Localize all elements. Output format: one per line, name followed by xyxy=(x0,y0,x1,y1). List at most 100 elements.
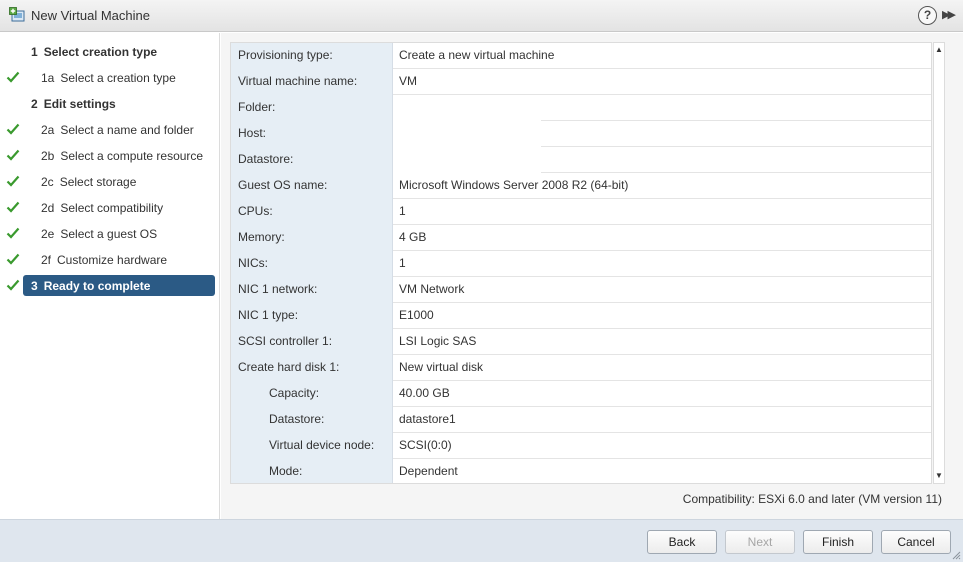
summary-label: Virtual machine name: xyxy=(231,69,393,95)
wizard-step-text: Select creation type xyxy=(43,45,158,59)
wizard-step-label: 1 Select creation type xyxy=(31,45,157,59)
summary-value: E1000 xyxy=(399,308,434,322)
summary-row: Datastore: datastore1 xyxy=(231,407,931,433)
compatibility-text: Compatibility: ESXi 6.0 and later (VM ve… xyxy=(682,492,942,506)
summary-label: Host: xyxy=(231,121,393,147)
wizard-step-text: Ready to complete xyxy=(43,279,151,293)
wizard-step-text: Select compatibility xyxy=(60,201,164,215)
wizard-step-number: 1a xyxy=(41,71,55,85)
summary-label: CPUs: xyxy=(231,199,393,225)
checkmark-icon xyxy=(6,201,20,213)
summary-value: VM xyxy=(399,74,417,88)
summary-row: Virtual machine name: VM xyxy=(231,69,931,95)
checkmark-icon xyxy=(6,175,20,187)
wizard-step-1[interactable]: 1 Select creation type xyxy=(0,41,220,63)
summary-value: New virtual disk xyxy=(399,360,484,374)
summary-label: Guest OS name: xyxy=(231,173,393,199)
summary-value: Dependent xyxy=(399,464,458,478)
summary-row: Create hard disk 1: New virtual disk xyxy=(231,355,931,381)
summary-row: Guest OS name: Microsoft Windows Server 2… xyxy=(231,173,931,199)
checkmark-icon xyxy=(6,227,20,239)
wizard-step-number: 1 xyxy=(31,45,38,59)
wizard-step-text: Select a guest OS xyxy=(60,227,158,241)
wizard-step-2f[interactable]: 2f Customize hardware xyxy=(0,249,220,271)
wizard-step-2b[interactable]: 2b Select a compute resource xyxy=(0,145,220,167)
wizard-step-label: 2b Select a compute resource xyxy=(41,149,203,163)
summary-row: NICs: 1 xyxy=(231,251,931,277)
summary-row: Datastore: xyxy=(231,147,931,173)
summary-value: LSI Logic SAS xyxy=(399,334,477,348)
wizard-step-number: 2f xyxy=(41,253,52,267)
summary-scrollbar[interactable]: ▲ ▼ xyxy=(933,42,945,484)
summary-value: 4 GB xyxy=(399,230,427,244)
checkmark-icon xyxy=(6,149,20,161)
summary-label: NIC 1 type: xyxy=(231,303,393,329)
summary-row: NIC 1 type: E1000 xyxy=(231,303,931,329)
wizard-step-1a[interactable]: 1a Select a creation type xyxy=(0,67,220,89)
wizard-step-number: 3 xyxy=(31,279,38,293)
summary-row: Folder: xyxy=(231,95,931,121)
summary-row: Mode: Dependent xyxy=(231,459,931,483)
summary-label: Virtual device node: xyxy=(231,433,393,459)
wizard-step-2a[interactable]: 2a Select a name and folder xyxy=(0,119,220,141)
wizard-step-2[interactable]: 2 Edit settings xyxy=(0,93,220,115)
resize-grip-icon[interactable] xyxy=(951,550,961,560)
summary-value: 1 xyxy=(399,256,406,270)
summary-label: NIC 1 network: xyxy=(231,277,393,303)
wizard-step-text: Customize hardware xyxy=(57,253,168,267)
summary-label: Datastore: xyxy=(231,147,393,173)
wizard-step-label: 2f Customize hardware xyxy=(41,253,167,267)
summary-row: NIC 1 network: VM Network xyxy=(231,277,931,303)
back-button[interactable]: Back xyxy=(647,530,717,554)
summary-value: Create a new virtual machine xyxy=(399,48,555,62)
summary-value: VM Network xyxy=(399,282,465,296)
wizard-step-label: 2d Select compatibility xyxy=(41,201,163,215)
summary-label: Memory: xyxy=(231,225,393,251)
summary-row: Host: xyxy=(231,121,931,147)
summary-label: Provisioning type: xyxy=(231,43,393,69)
wizard-step-text: Select a creation type xyxy=(60,71,176,85)
wizard-step-2d[interactable]: 2d Select compatibility xyxy=(0,197,220,219)
checkmark-icon xyxy=(6,71,20,83)
checkmark-icon xyxy=(6,279,20,291)
wizard-step-2c[interactable]: 2c Select storage xyxy=(0,171,220,193)
scroll-up-icon[interactable]: ▲ xyxy=(934,44,944,56)
summary-value: SCSI(0:0) xyxy=(399,438,452,452)
title-bar: New Virtual Machine ? ▶▶ xyxy=(0,0,963,32)
summary-row: CPUs: 1 xyxy=(231,199,931,225)
wizard-step-number: 2c xyxy=(41,175,54,189)
wizard-footer: Back Next Finish Cancel xyxy=(0,519,963,562)
summary-value: Microsoft Windows Server 2008 R2 (64-bit… xyxy=(399,178,629,192)
wizard-step-number: 2 xyxy=(31,97,38,111)
wizard-step-number: 2a xyxy=(41,123,55,137)
summary-row: SCSI controller 1: LSI Logic SAS xyxy=(231,329,931,355)
ready-to-complete-panel: Provisioning type: Create a new virtual m… xyxy=(221,33,963,519)
wizard-step-label: 2 Edit settings xyxy=(31,97,116,111)
summary-value: 40.00 GB xyxy=(399,386,450,400)
summary-row: Provisioning type: Create a new virtual m… xyxy=(231,43,931,69)
wizard-step-text: Select storage xyxy=(59,175,137,189)
cancel-button[interactable]: Cancel xyxy=(881,530,951,554)
help-icon[interactable]: ? xyxy=(918,6,937,25)
wizard-step-2e[interactable]: 2e Select a guest OS xyxy=(0,223,220,245)
next-button: Next xyxy=(725,530,795,554)
summary-label: NICs: xyxy=(231,251,393,277)
wizard-step-label: 2e Select a guest OS xyxy=(41,227,157,241)
summary-value: 1 xyxy=(399,204,406,218)
wizard-step-label: 1a Select a creation type xyxy=(41,71,176,85)
new-vm-icon xyxy=(9,7,25,22)
finish-button[interactable]: Finish xyxy=(803,530,873,554)
scroll-down-icon[interactable]: ▼ xyxy=(934,470,944,482)
wizard-step-label: 2a Select a name and folder xyxy=(41,123,194,137)
summary-label: Folder: xyxy=(231,95,393,121)
summary-grid: Provisioning type: Create a new virtual m… xyxy=(230,42,932,484)
expand-icon[interactable]: ▶▶ xyxy=(942,8,958,24)
wizard-step-3[interactable]: 3 Ready to complete xyxy=(0,275,220,297)
wizard-step-number: 2d xyxy=(41,201,55,215)
wizard-step-text: Edit settings xyxy=(43,97,116,111)
redacted-area xyxy=(393,95,541,173)
summary-label: Capacity: xyxy=(231,381,393,407)
wizard-step-text: Select a name and folder xyxy=(60,123,194,137)
summary-value: datastore1 xyxy=(399,412,456,426)
checkmark-icon xyxy=(6,253,20,265)
